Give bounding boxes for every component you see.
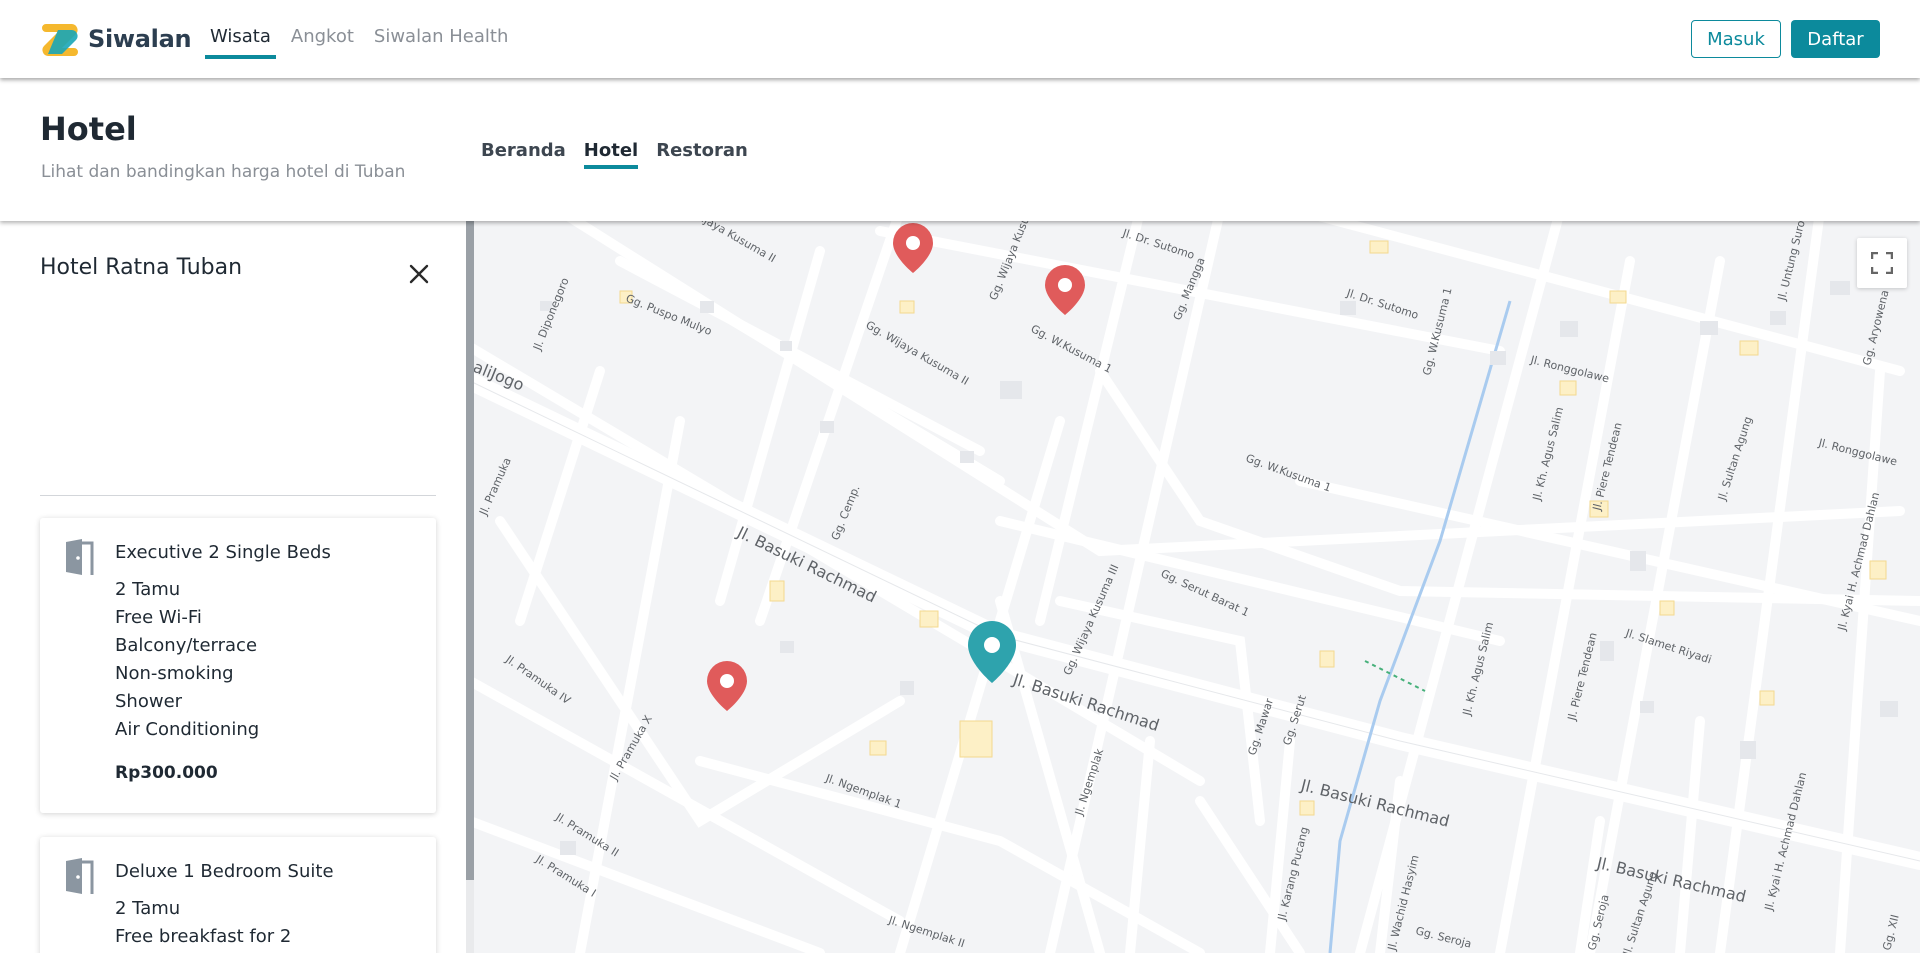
- tab-hotel[interactable]: Hotel: [583, 140, 639, 169]
- tab-restoran[interactable]: Restoran: [656, 140, 748, 169]
- top-navbar: Siwalan Wisata Angkot Siwalan Health Mas…: [0, 0, 1920, 78]
- page-title: Hotel: [40, 110, 137, 148]
- page-subtitle: Lihat dan bandingkan harga hotel di Tuba…: [41, 162, 406, 182]
- hotel-detail-panel: Hotel Ratna Tuban Executive 2 Single Bed…: [0, 221, 466, 953]
- room-card[interactable]: Executive 2 Single Beds 2 Tamu Free Wi-F…: [40, 518, 436, 813]
- room-features: 2 Tamu Free Wi-Fi Balcony/terrace Non-sm…: [115, 576, 259, 744]
- fullscreen-button[interactable]: [1857, 238, 1907, 288]
- register-button[interactable]: Daftar: [1791, 20, 1880, 58]
- door-icon: [66, 539, 94, 575]
- page-header: Hotel Lihat dan bandingkan harga hotel d…: [0, 78, 1920, 221]
- panel-divider: [40, 495, 436, 496]
- room-feature: Non-smoking: [115, 663, 234, 684]
- login-button[interactable]: Masuk: [1691, 20, 1781, 58]
- room-name: Executive 2 Single Beds: [115, 542, 331, 563]
- close-icon[interactable]: [406, 261, 432, 287]
- nav-siwalan-health[interactable]: Siwalan Health: [374, 26, 508, 59]
- room-feature: Free Wi-Fi: [115, 607, 202, 628]
- brand[interactable]: Siwalan: [40, 20, 192, 58]
- room-feature: Balcony/terrace: [115, 635, 258, 656]
- main-nav: Wisata Angkot Siwalan Health: [205, 26, 528, 59]
- nav-wisata[interactable]: Wisata: [205, 26, 276, 59]
- room-card[interactable]: Deluxe 1 Bedroom Suite 2 Tamu Free break…: [40, 837, 436, 953]
- room-feature: 2 Tamu: [115, 579, 181, 600]
- brand-name: Siwalan: [88, 25, 192, 53]
- room-name: Deluxe 1 Bedroom Suite: [115, 861, 334, 882]
- room-feature: Air Conditioning: [115, 719, 260, 740]
- nav-angkot[interactable]: Angkot: [291, 26, 354, 59]
- room-features: 2 Tamu Free breakfast for 2: [115, 895, 291, 951]
- panel-scrollbar[interactable]: [466, 221, 474, 880]
- room-feature: 2 Tamu: [115, 898, 181, 919]
- room-price: Rp300.000: [115, 763, 218, 783]
- room-feature: Shower: [115, 691, 183, 712]
- section-tabs: Beranda Hotel Restoran: [481, 140, 766, 169]
- hotel-name: Hotel Ratna Tuban: [40, 255, 243, 280]
- door-icon: [66, 858, 94, 894]
- siwalan-logo-icon: [42, 24, 78, 56]
- fullscreen-icon: [1871, 252, 1893, 274]
- tab-beranda[interactable]: Beranda: [481, 140, 566, 169]
- room-feature: Free breakfast for 2: [115, 926, 292, 947]
